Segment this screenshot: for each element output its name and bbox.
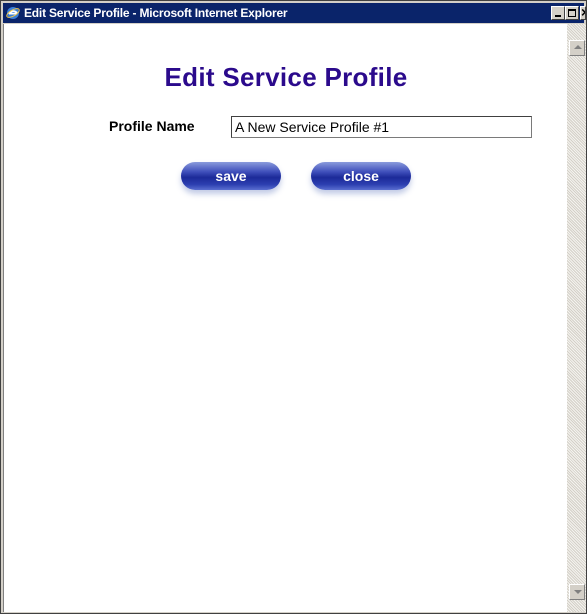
internet-explorer-icon xyxy=(6,7,20,19)
vertical-scrollbar[interactable] xyxy=(567,24,586,612)
profile-name-input[interactable] xyxy=(231,116,532,138)
page-title: Edit Service Profile xyxy=(164,62,408,92)
close-button[interactable]: close xyxy=(311,162,411,190)
maximize-button[interactable] xyxy=(565,6,579,20)
profile-name-label: Profile Name xyxy=(109,118,195,134)
scroll-up-arrow-icon[interactable] xyxy=(569,40,585,56)
save-button[interactable]: save xyxy=(181,162,281,190)
browser-window: Edit Service Profile - Microsoft Interne… xyxy=(0,0,587,614)
page-content: Edit Service Profile Profile Name save c… xyxy=(3,24,568,612)
close-icon: × xyxy=(581,7,585,19)
close-window-button[interactable]: × xyxy=(580,6,586,20)
minimize-button[interactable] xyxy=(551,6,565,20)
title-bar[interactable]: Edit Service Profile - Microsoft Interne… xyxy=(3,3,586,23)
window-title: Edit Service Profile - Microsoft Interne… xyxy=(24,6,288,20)
scroll-down-arrow-icon[interactable] xyxy=(569,584,585,600)
